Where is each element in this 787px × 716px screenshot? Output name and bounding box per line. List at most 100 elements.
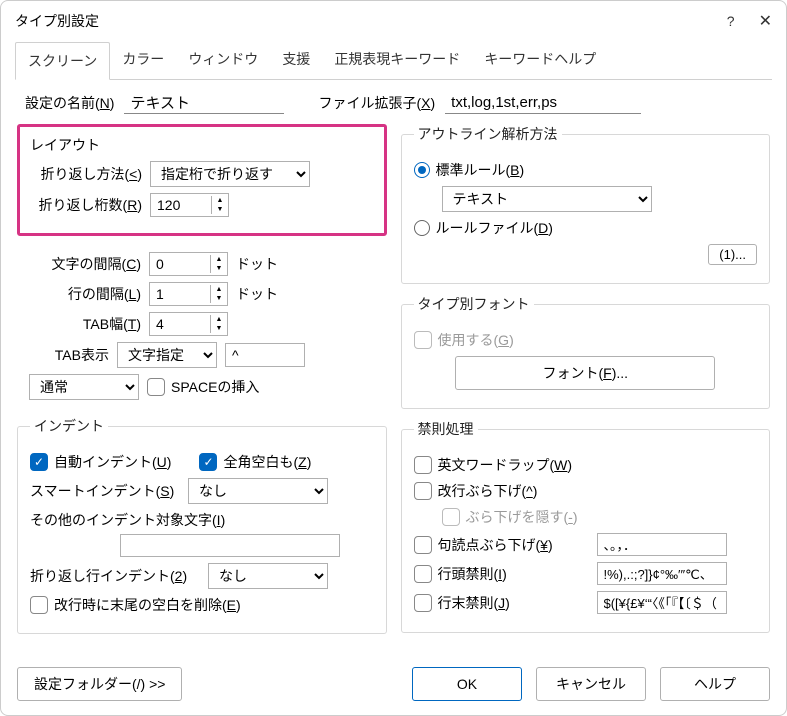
line-space-unit: ドット (236, 284, 278, 304)
space-insert-checkbox[interactable]: SPACEの挿入 (147, 377, 259, 397)
spin-up-icon[interactable]: ▲ (211, 285, 227, 294)
help-icon[interactable]: ? (727, 13, 735, 29)
wrap-method-combo[interactable]: 指定桁で折り返す (150, 161, 310, 187)
tab-display-combo[interactable]: 文字指定 (117, 342, 217, 368)
radio-icon (414, 220, 430, 236)
titlebar-buttons: ? ✕ (727, 11, 772, 31)
outline-group: アウトライン解析方法 標準ルール(B) テキスト (401, 124, 771, 284)
spin-down-icon[interactable]: ▼ (212, 205, 228, 214)
font-button[interactable]: フォント(F)... (455, 356, 715, 390)
line-tail-label: 行末禁則(J) (438, 593, 510, 613)
checkbox-icon (414, 594, 432, 612)
checkbox-icon (414, 331, 432, 349)
punct-hanging-checkbox[interactable]: 句読点ぶら下げ(¥) (414, 535, 589, 555)
help-button[interactable]: ヘルプ (660, 667, 770, 701)
char-space-input[interactable] (150, 253, 210, 275)
wrap-cols-spinner[interactable]: ▲▼ (150, 193, 229, 217)
tab-width-input[interactable] (150, 313, 210, 335)
rule-file-radio[interactable]: ルールファイル(D) (414, 218, 553, 238)
checkbox-icon (30, 596, 48, 614)
tab-width-spinner[interactable]: ▲▼ (149, 312, 228, 336)
checkbox-icon (147, 378, 165, 396)
dialog-window: タイプ別設定 ? ✕ スクリーン カラー ウィンドウ 支援 正規表現キーワード … (0, 0, 787, 716)
other-indent-chars-input[interactable] (120, 534, 340, 557)
other-indent-chars-label: その他のインデント対象文字(I) (30, 510, 225, 530)
line-space-input[interactable] (150, 283, 210, 305)
spin-down-icon[interactable]: ▼ (211, 264, 227, 273)
fullwidth-space-label: 全角空白も(Z) (223, 452, 311, 472)
line-head-label: 行頭禁則(I) (438, 564, 507, 584)
kinsoku-group: 禁則処理 英文ワードラップ(W) 改行ぶら下げ(^) (401, 419, 771, 633)
tab-content: 設定の名前(N) ファイル拡張子(X) レイアウト 折り返し方法(<) 指定桁で… (15, 80, 772, 667)
typefont-legend: タイプ別フォント (414, 294, 534, 314)
indent-legend: インデント (30, 416, 108, 436)
checkbox-icon (414, 482, 432, 500)
tab-char-input[interactable] (225, 343, 305, 367)
fullwidth-space-checkbox[interactable]: ✓ 全角空白も(Z) (199, 452, 311, 472)
char-space-unit: ドット (236, 254, 278, 274)
kinsoku-legend: 禁則処理 (414, 419, 478, 439)
line-space-label: 行の間隔(L) (29, 284, 141, 304)
columns: レイアウト 折り返し方法(<) 指定桁で折り返す 折り返し桁数(R) ▲▼ (17, 124, 770, 634)
standard-rule-radio[interactable]: 標準ルール(B) (414, 160, 525, 180)
wrap-indent-label: 折り返し行インデント(2) (30, 566, 200, 586)
spin-up-icon[interactable]: ▲ (211, 255, 227, 264)
hanging-label: 改行ぶら下げ(^) (438, 481, 538, 501)
dialog-body: スクリーン カラー ウィンドウ 支援 正規表現キーワード キーワードヘルプ 設定… (1, 41, 786, 715)
trim-trailing-label: 改行時に末尾の空白を削除(E) (54, 595, 241, 615)
line-head-chars-input[interactable] (597, 562, 727, 585)
settings-folder-button[interactable]: 設定フォルダー(/) >> (17, 667, 182, 701)
standard-rule-combo[interactable]: テキスト (442, 186, 652, 212)
tab-regex-keyword[interactable]: 正規表現キーワード (322, 41, 472, 79)
spin-down-icon[interactable]: ▼ (211, 294, 227, 303)
cancel-button[interactable]: キャンセル (536, 667, 646, 701)
smart-indent-label: スマートインデント(S) (30, 481, 180, 501)
checkbox-icon: ✓ (199, 453, 217, 471)
spin-up-icon[interactable]: ▲ (212, 196, 228, 205)
normal-combo[interactable]: 通常 (29, 374, 139, 400)
tab-display-label: TAB表示 (29, 345, 109, 365)
use-font-checkbox[interactable]: 使用する(G) (414, 330, 514, 350)
checkbox-icon (414, 565, 432, 583)
punct-chars-input[interactable] (597, 533, 727, 556)
outline-legend: アウトライン解析方法 (414, 124, 562, 144)
tab-keyword-help[interactable]: キーワードヘルプ (472, 41, 608, 79)
one-button[interactable]: (1)... (708, 244, 757, 265)
tab-width-label: TAB幅(T) (29, 314, 141, 334)
hide-hanging-checkbox[interactable]: ぶら下げを隠す(-) (442, 507, 578, 527)
line-tail-checkbox[interactable]: 行末禁則(J) (414, 593, 589, 613)
smart-indent-combo[interactable]: なし (188, 478, 328, 504)
wrap-indent-combo[interactable]: なし (208, 563, 328, 589)
wordwrap-checkbox[interactable]: 英文ワードラップ(W) (414, 455, 573, 475)
close-icon[interactable]: ✕ (759, 11, 772, 31)
wrap-method-label: 折り返し方法(<) (30, 164, 142, 184)
ok-button[interactable]: OK (412, 667, 522, 701)
hanging-checkbox[interactable]: 改行ぶら下げ(^) (414, 481, 538, 501)
tab-window[interactable]: ウィンドウ (176, 41, 270, 79)
spin-down-icon[interactable]: ▼ (211, 324, 227, 333)
space-insert-label: SPACEの挿入 (171, 377, 259, 397)
auto-indent-checkbox[interactable]: ✓ 自動インデント(U) (30, 452, 171, 472)
name-input[interactable] (124, 92, 284, 114)
titlebar: タイプ別設定 ? ✕ (1, 1, 786, 41)
char-space-spinner[interactable]: ▲▼ (149, 252, 228, 276)
spin-up-icon[interactable]: ▲ (211, 315, 227, 324)
ext-label: ファイル拡張子(X) (318, 93, 435, 113)
right-column: アウトライン解析方法 標準ルール(B) テキスト (401, 124, 771, 634)
ext-input[interactable] (445, 92, 641, 114)
punct-hanging-label: 句読点ぶら下げ(¥) (438, 535, 553, 555)
tab-support[interactable]: 支援 (270, 41, 322, 79)
tab-color[interactable]: カラー (110, 41, 176, 79)
wrap-cols-input[interactable] (151, 194, 211, 216)
tab-screen[interactable]: スクリーン (15, 42, 110, 80)
layout-highlight: レイアウト 折り返し方法(<) 指定桁で折り返す 折り返し桁数(R) ▲▼ (17, 124, 387, 236)
rule-file-label: ルールファイル(D) (436, 218, 553, 238)
top-row: 設定の名前(N) ファイル拡張子(X) (17, 92, 770, 114)
typefont-group: タイプ別フォント 使用する(G) フォント(F)... (401, 294, 771, 409)
hide-hanging-label: ぶら下げを隠す(-) (466, 507, 578, 527)
trim-trailing-checkbox[interactable]: 改行時に末尾の空白を削除(E) (30, 595, 241, 615)
auto-indent-label: 自動インデント(U) (54, 452, 171, 472)
line-space-spinner[interactable]: ▲▼ (149, 282, 228, 306)
line-head-checkbox[interactable]: 行頭禁則(I) (414, 564, 589, 584)
line-tail-chars-input[interactable] (597, 591, 727, 614)
